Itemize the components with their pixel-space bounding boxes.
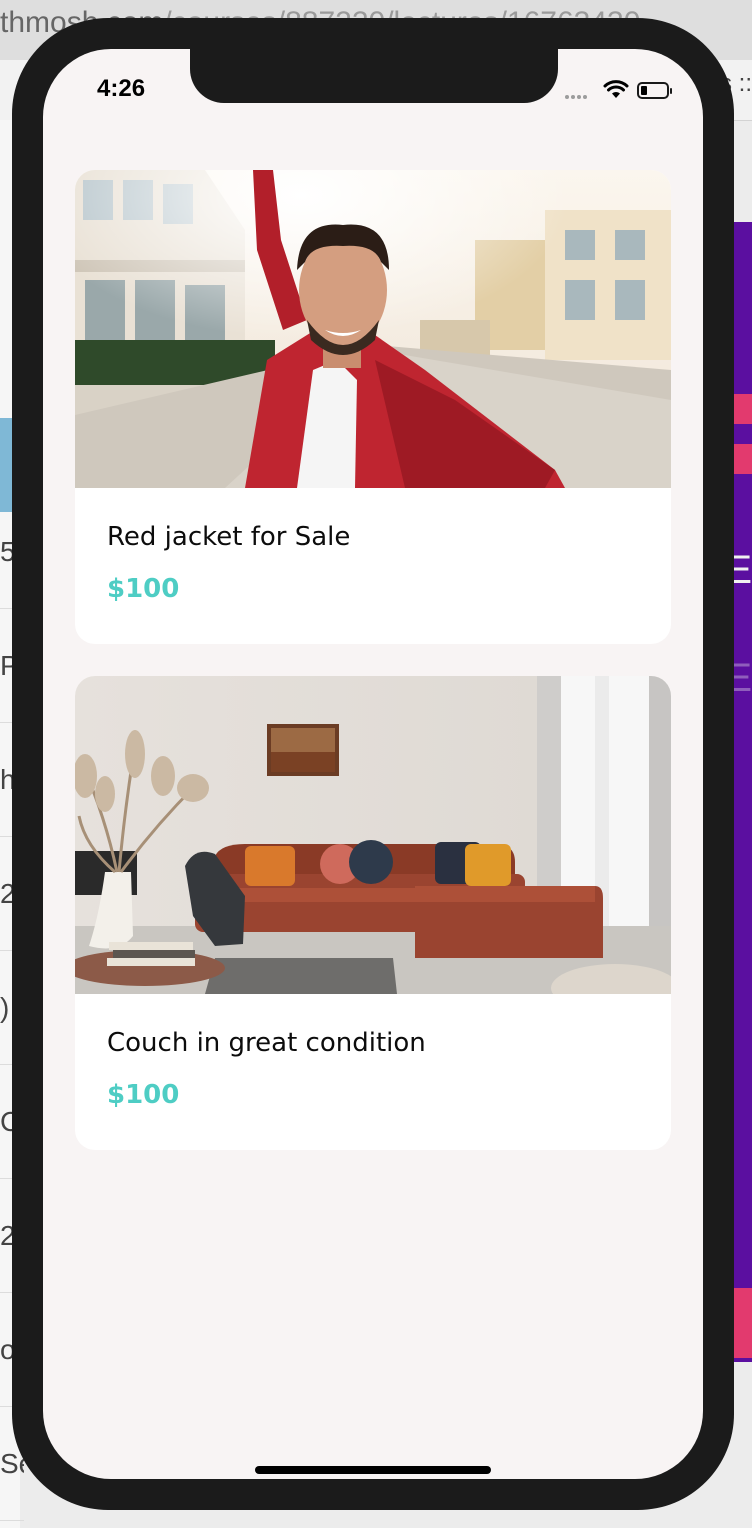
phone-notch [190, 49, 558, 103]
status-time: 4:26 [97, 75, 146, 102]
home-indicator[interactable] [255, 1466, 491, 1474]
listing-price: $100 [107, 1080, 180, 1110]
phone-frame: 4:26 Red jacket for Sale $100 Couch in g… [12, 18, 734, 1510]
listing-image-couch [75, 676, 671, 994]
wifi-icon [603, 80, 629, 98]
listing-card[interactable]: Red jacket for Sale $100 [75, 170, 671, 644]
battery-icon [637, 82, 672, 99]
listing-card[interactable]: Couch in great condition $100 [75, 676, 671, 1150]
cellular-signal-icon [565, 95, 587, 99]
phone-screen: 4:26 Red jacket for Sale $100 Couch in g… [43, 49, 703, 1479]
listing-title: Red jacket for Sale [107, 522, 351, 552]
listing-price: $100 [107, 574, 180, 604]
listing-title: Couch in great condition [107, 1028, 426, 1058]
listing-image-jacket [75, 170, 671, 488]
